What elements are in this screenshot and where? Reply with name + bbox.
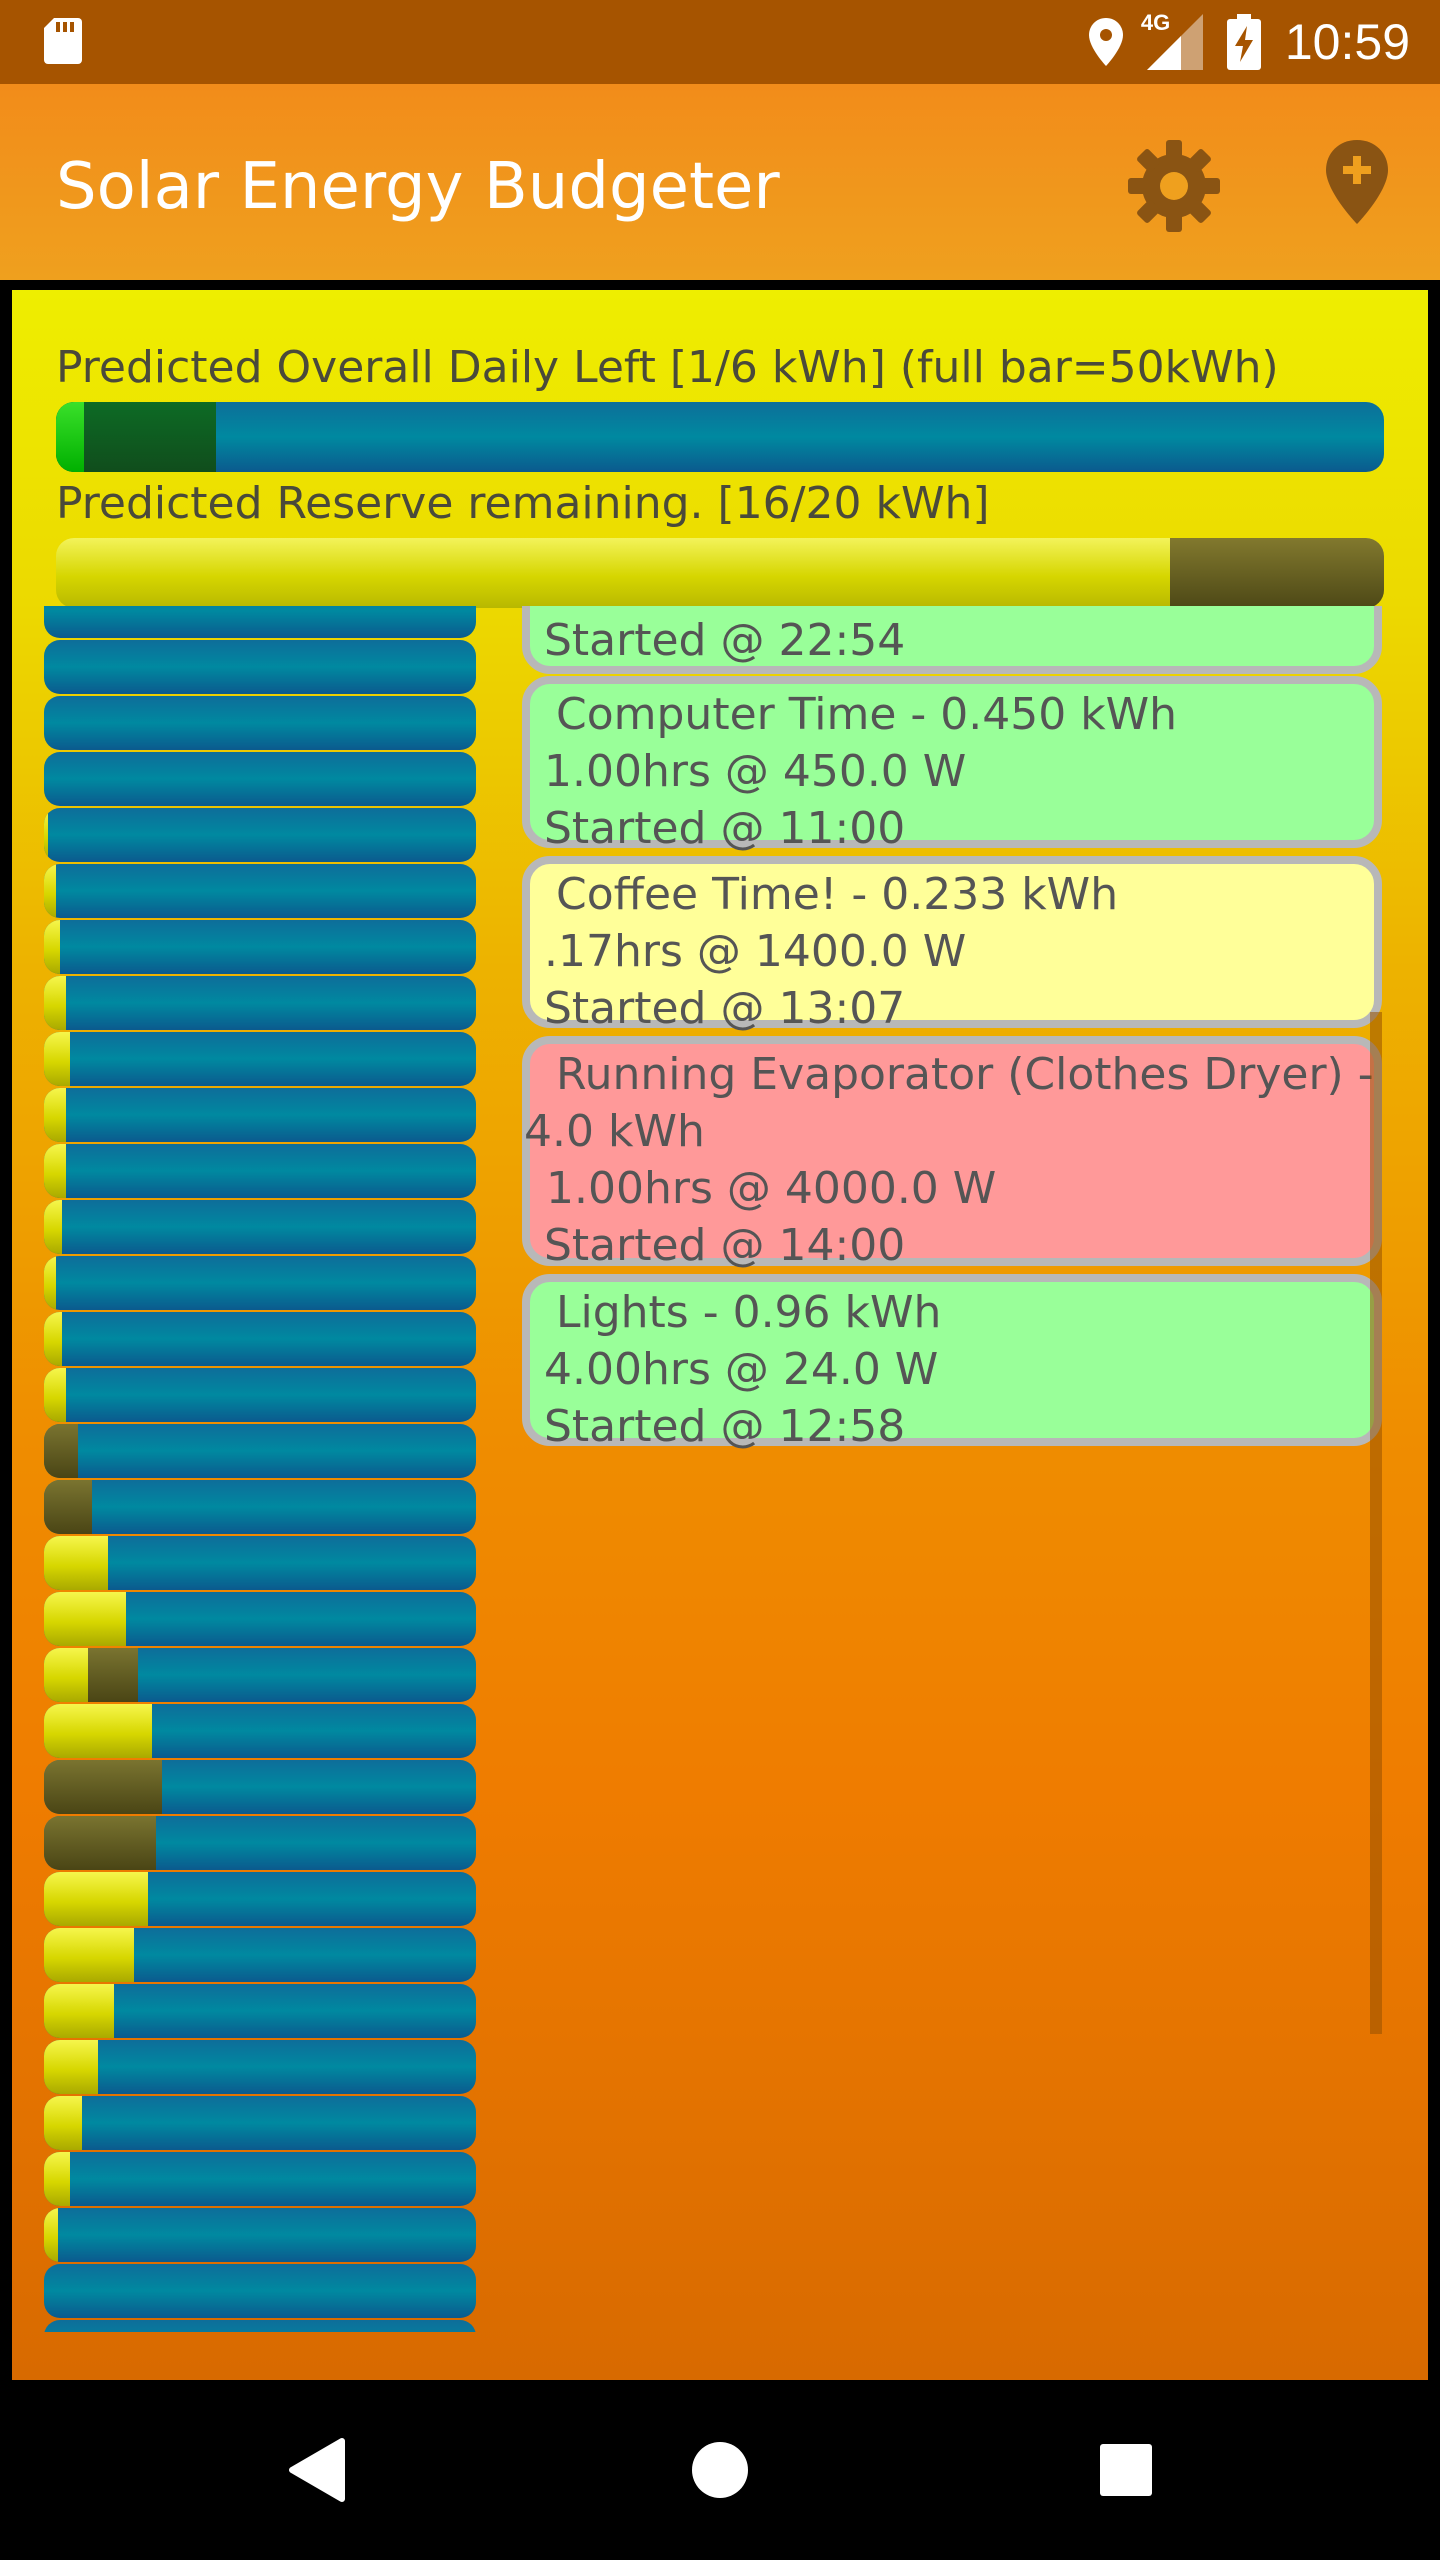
hour-bar <box>44 640 476 694</box>
recents-square-icon <box>1100 2444 1152 2496</box>
hour-bar <box>44 1592 476 1646</box>
task-duration: 1.00hrs @ 450.0 W <box>544 746 967 797</box>
location-icon <box>1088 18 1123 66</box>
hour-bar <box>44 976 476 1030</box>
task-started: Started @ 13:07 <box>544 983 906 1034</box>
task-started: Started @ 12:58 <box>544 1401 906 1452</box>
hour-bar <box>44 1368 476 1422</box>
daily-budget-bar <box>56 402 1384 472</box>
hour-bar <box>44 1424 476 1478</box>
hour-bar <box>44 2320 476 2332</box>
hour-bar <box>44 696 476 750</box>
network-type-label: 4G <box>1140 10 1171 35</box>
daily-budget-label: Predicted Overall Daily Left [1/6 kWh] (… <box>56 342 1279 393</box>
hour-bar <box>44 1312 476 1366</box>
status-bar: 4G 10:59 <box>0 0 1440 84</box>
task-title: Lights - 0.96 kWh <box>556 1287 942 1338</box>
task-list-scrollbar[interactable] <box>1370 1012 1382 2034</box>
task-card-computer-time[interactable]: Computer Time - 0.450 kWh 1.00hrs @ 450.… <box>522 676 1382 854</box>
cell-signal-icon: 4G <box>1141 10 1203 70</box>
task-started: Started @ 11:00 <box>544 803 906 854</box>
hour-bar <box>44 1480 476 1534</box>
battery-charging-icon <box>1226 14 1261 70</box>
hour-bar <box>44 1032 476 1086</box>
hour-bar <box>44 864 476 918</box>
task-title: Coffee Time! - 0.233 kWh <box>556 869 1119 920</box>
hour-bar <box>44 1984 476 2038</box>
sd-card-icon <box>44 18 82 64</box>
hour-bar <box>44 808 476 862</box>
hour-bar <box>44 1536 476 1590</box>
hour-bar <box>44 2152 476 2206</box>
back-button[interactable] <box>266 2420 366 2520</box>
hour-bar <box>44 1872 476 1926</box>
home-circle-icon <box>692 2442 748 2498</box>
hour-bar <box>44 1648 476 1702</box>
reserve-depleted-segment <box>1170 538 1384 608</box>
hour-bar <box>44 1928 476 1982</box>
daily-used-segment <box>56 402 84 472</box>
task-list[interactable]: Started @ 22:54 Computer Time - 0.450 kW… <box>508 606 1388 2026</box>
task-started: Started @ 22:54 <box>544 615 906 666</box>
task-card-coffee-time[interactable]: Coffee Time! - 0.233 kWh .17hrs @ 1400.0… <box>522 856 1382 1034</box>
task-title: Running Evaporator (Clothes Dryer) - <box>556 1049 1374 1100</box>
task-title: Computer Time - 0.450 kWh <box>556 689 1178 740</box>
hour-bar <box>44 752 476 806</box>
home-button[interactable] <box>670 2420 770 2520</box>
hour-bar <box>44 2040 476 2094</box>
task-card-partial[interactable]: Started @ 22:54 <box>522 606 1382 674</box>
task-duration: 1.00hrs @ 4000.0 W <box>546 1163 997 1214</box>
hour-bar <box>44 2208 476 2262</box>
app-title: Solar Energy Budgeter <box>56 150 780 224</box>
hour-bar <box>44 1256 476 1310</box>
hour-bar <box>44 1144 476 1198</box>
clock: 10:59 <box>1284 14 1410 70</box>
hour-bar <box>44 1816 476 1870</box>
hourly-forecast-list[interactable] <box>44 606 476 2332</box>
navigation-bar <box>0 2380 1440 2560</box>
hour-bar <box>44 1088 476 1142</box>
reserve-bar <box>56 538 1384 608</box>
task-started: Started @ 14:00 <box>544 1220 906 1271</box>
task-card-lights[interactable]: Lights - 0.96 kWh 4.00hrs @ 24.0 W Start… <box>522 1274 1382 1452</box>
hour-bar <box>44 2264 476 2318</box>
hour-bar <box>44 1760 476 1814</box>
reserve-label: Predicted Reserve remaining. [16/20 kWh] <box>56 478 990 529</box>
recents-button[interactable] <box>1076 2420 1176 2520</box>
task-card-evaporator[interactable]: Running Evaporator (Clothes Dryer) - 4.0… <box>522 1036 1382 1271</box>
task-title-cont: 4.0 kWh <box>524 1106 705 1157</box>
hour-bar <box>44 2096 476 2150</box>
add-location-pin-icon[interactable] <box>1326 140 1388 224</box>
task-duration: .17hrs @ 1400.0 W <box>544 926 967 977</box>
hour-bar <box>44 1200 476 1254</box>
hour-bar <box>44 920 476 974</box>
app-bar: Solar Energy Budgeter <box>0 84 1440 280</box>
hour-bar <box>44 1704 476 1758</box>
task-duration: 4.00hrs @ 24.0 W <box>544 1344 939 1395</box>
hour-bar <box>44 606 476 638</box>
settings-gear-icon[interactable] <box>1124 136 1224 236</box>
back-triangle-icon <box>289 2438 345 2502</box>
